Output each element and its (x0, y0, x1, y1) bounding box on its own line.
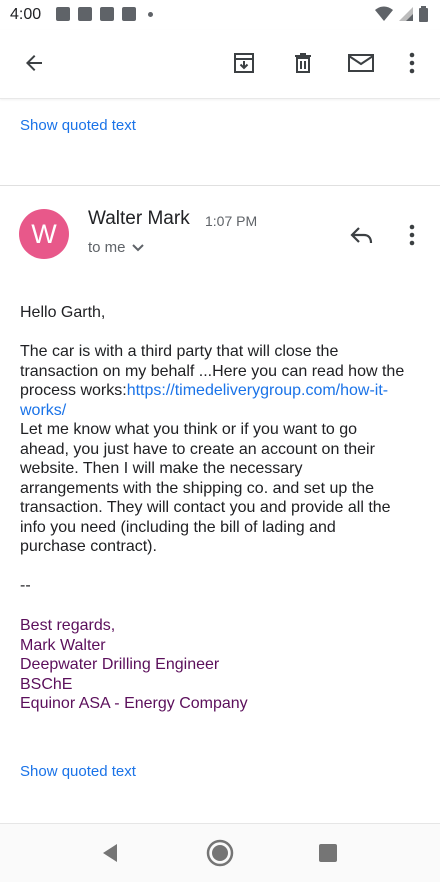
signature-line: Mark Walter (20, 636, 106, 654)
system-nav-bar (0, 823, 440, 882)
text-fragment: process works: (20, 382, 127, 399)
more-vert-icon (409, 224, 415, 246)
toolbar (0, 30, 440, 99)
notification-icons (56, 7, 153, 21)
text-line: Let me know what you think or if you wan… (20, 421, 358, 438)
greeting: Hello Garth, (20, 304, 106, 321)
back-arrow-icon (26, 55, 42, 71)
text-line: info you need (including the bill of lad… (20, 518, 336, 536)
system-icons (375, 6, 428, 22)
signature-line: Deepwater Drilling Engineer (20, 656, 220, 673)
more-options-button[interactable] (392, 43, 432, 83)
status-time: 4:00 (10, 6, 42, 23)
mail-icon (348, 54, 374, 72)
signature-line: BSChE (20, 675, 73, 693)
news-notification-icon (78, 7, 92, 21)
more-vert-icon (409, 52, 415, 74)
facebook-notification-icon-2 (122, 7, 136, 21)
nav-recents-icon (319, 844, 337, 862)
nav-recents-button[interactable] (308, 833, 348, 873)
signature-line: Best regards, (20, 617, 116, 634)
wifi-icon (375, 6, 393, 21)
avatar-letter: W (31, 218, 57, 249)
status-bar: 4:00 (0, 0, 440, 30)
recipient-toggle[interactable]: to me (88, 239, 144, 256)
text-line: transaction. They will contact you and p… (20, 499, 391, 516)
signature-separator: -- (20, 577, 31, 594)
image-notification-icon (56, 7, 70, 21)
message-link-continued[interactable]: works/ (20, 401, 422, 421)
message-link[interactable]: https://timedeliverygroup.com/how-it- (127, 382, 388, 399)
signature-line: Equinor ASA - Energy Company (20, 695, 248, 712)
chevron-down-icon (131, 243, 144, 251)
message-time: 1:07 PM (205, 213, 258, 229)
text-line: website. Then I will make the necessary (20, 460, 303, 477)
nav-back-button[interactable] (90, 833, 130, 873)
reply-button[interactable] (342, 215, 382, 255)
back-button[interactable] (14, 43, 54, 83)
message-more-button[interactable] (392, 215, 432, 255)
text-line: process works:https://timedeliverygroup.… (20, 381, 422, 401)
delete-icon (295, 53, 311, 73)
message-divider (0, 185, 440, 186)
delete-button[interactable] (283, 43, 323, 83)
text-line: transaction on my behalf ...Here you can… (20, 362, 405, 380)
nav-home-button[interactable] (200, 833, 240, 873)
text-line: ahead, you just have to create an accoun… (20, 440, 375, 458)
nav-back-icon (103, 844, 117, 862)
reply-icon (350, 227, 373, 244)
archive-icon (234, 53, 254, 73)
archive-button[interactable] (224, 43, 264, 83)
show-quoted-text-bottom[interactable]: Show quoted text (20, 763, 136, 780)
text-line: The car is with a third party that will … (20, 343, 339, 360)
mark-unread-button[interactable] (341, 43, 381, 83)
facebook-notification-icon (100, 7, 114, 21)
battery-icon (419, 6, 428, 22)
show-quoted-text-top[interactable]: Show quoted text (20, 117, 136, 134)
text-line: purchase contract). (20, 538, 157, 555)
recipient-label: to me (88, 239, 126, 256)
signature: Best regards, Mark Walter Deepwater Dril… (20, 616, 248, 714)
signal-icon (399, 7, 413, 21)
avatar[interactable]: W (19, 209, 69, 259)
sender-name: Walter Mark (88, 208, 190, 229)
nav-home-icon (206, 839, 234, 867)
more-notifications-dot-icon (148, 11, 153, 17)
message-paragraph-1: The car is with a third party that will … (20, 342, 422, 557)
text-line: arrangements with the shipping co. and s… (20, 479, 374, 497)
